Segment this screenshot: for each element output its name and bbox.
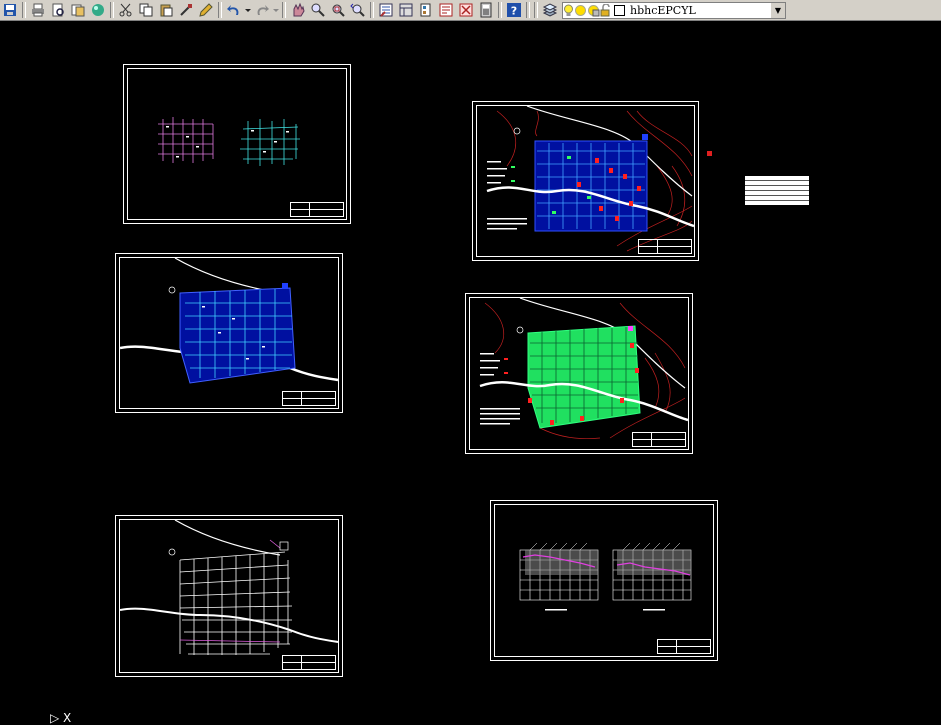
sheet-border bbox=[469, 297, 689, 450]
properties-icon[interactable] bbox=[376, 1, 396, 19]
3d-dwf-icon[interactable] bbox=[88, 1, 108, 19]
markup-icon[interactable] bbox=[456, 1, 476, 19]
match-properties-icon[interactable] bbox=[176, 1, 196, 19]
lightbulb-on-icon[interactable] bbox=[563, 4, 574, 17]
sheet-border bbox=[494, 504, 714, 657]
toolbar-separator bbox=[526, 2, 530, 18]
road-grid-plan-graphic bbox=[120, 520, 338, 655]
calculator-icon[interactable] bbox=[476, 1, 496, 19]
save-icon[interactable] bbox=[0, 1, 20, 19]
drawing-sheet-profile-sections[interactable] bbox=[490, 500, 718, 661]
undo-icon[interactable] bbox=[224, 1, 244, 19]
title-block bbox=[657, 639, 711, 654]
green-network-plan-graphic bbox=[479, 298, 688, 440]
sheet-border bbox=[127, 68, 347, 220]
tool-palettes-icon[interactable] bbox=[416, 1, 436, 19]
topo-blue-network-graphic bbox=[486, 106, 694, 252]
layer-dropdown-arrow[interactable]: ▼ bbox=[771, 2, 785, 18]
drawing-sheet-green-network-plan[interactable] bbox=[465, 293, 693, 454]
lock-open-icon[interactable] bbox=[600, 2, 612, 17]
cut-icon[interactable] bbox=[116, 1, 136, 19]
redo-icon[interactable] bbox=[252, 1, 272, 19]
zoom-previous-icon[interactable] bbox=[348, 1, 368, 19]
copy-icon[interactable] bbox=[136, 1, 156, 19]
sheet-border bbox=[476, 105, 695, 257]
toolbar-separator bbox=[282, 2, 286, 18]
toolbar-grip bbox=[534, 2, 538, 18]
drawing-sheet-road-grid-plan[interactable] bbox=[115, 515, 343, 677]
toolbar-separator bbox=[370, 2, 374, 18]
standard-toolbar: ? hbhcEPCYL ▼ bbox=[0, 0, 941, 21]
publish-icon[interactable] bbox=[68, 1, 88, 19]
toolbar-separator bbox=[22, 2, 26, 18]
redo-dropdown-icon[interactable] bbox=[272, 1, 280, 19]
drawing-sheet-blue-network-plan[interactable] bbox=[115, 253, 343, 413]
profile-sections-graphic bbox=[519, 542, 692, 611]
legend-table[interactable] bbox=[745, 176, 809, 205]
sheet-border bbox=[119, 519, 339, 673]
title-block bbox=[282, 655, 336, 670]
print-icon[interactable] bbox=[28, 1, 48, 19]
paste-icon[interactable] bbox=[156, 1, 176, 19]
legend-table-row bbox=[745, 196, 809, 201]
title-block bbox=[290, 202, 344, 217]
red-marker bbox=[707, 151, 712, 156]
title-block bbox=[282, 391, 336, 406]
undo-dropdown-icon[interactable] bbox=[244, 1, 252, 19]
pan-icon[interactable] bbox=[288, 1, 308, 19]
toolbar-separator bbox=[110, 2, 114, 18]
layer-freeze-viewport-icon[interactable] bbox=[587, 4, 600, 17]
blue-network-plan-graphic bbox=[120, 258, 338, 384]
title-block bbox=[632, 432, 686, 447]
layer-name: hbhcEPCYL bbox=[630, 3, 696, 17]
sheet-border bbox=[119, 257, 339, 409]
toolbar-separator bbox=[218, 2, 222, 18]
plot-preview-icon[interactable] bbox=[48, 1, 68, 19]
network-overview-graphic bbox=[158, 117, 300, 166]
color-swatch-icon bbox=[614, 4, 625, 16]
layer-properties-icon[interactable] bbox=[540, 1, 560, 19]
drawing-sheet-site-network-overview[interactable] bbox=[123, 64, 351, 224]
drawing-canvas[interactable]: ▷ X bbox=[0, 21, 941, 725]
toolbar-separator bbox=[498, 2, 502, 18]
help-icon[interactable]: ? bbox=[504, 1, 524, 19]
layer-control-dropdown[interactable]: hbhcEPCYL ▼ bbox=[562, 1, 786, 19]
sheet-set-icon[interactable] bbox=[436, 1, 456, 19]
design-center-icon[interactable] bbox=[396, 1, 416, 19]
title-block bbox=[638, 239, 692, 254]
zoom-realtime-icon[interactable] bbox=[308, 1, 328, 19]
zoom-window-icon[interactable] bbox=[328, 1, 348, 19]
drawing-sheet-topo-blue-network[interactable] bbox=[472, 101, 699, 261]
svg-text:?: ? bbox=[511, 5, 517, 18]
block-editor-icon[interactable] bbox=[196, 1, 216, 19]
ucs-icon: ▷ X bbox=[50, 711, 72, 725]
sun-thaw-icon[interactable] bbox=[574, 4, 587, 17]
